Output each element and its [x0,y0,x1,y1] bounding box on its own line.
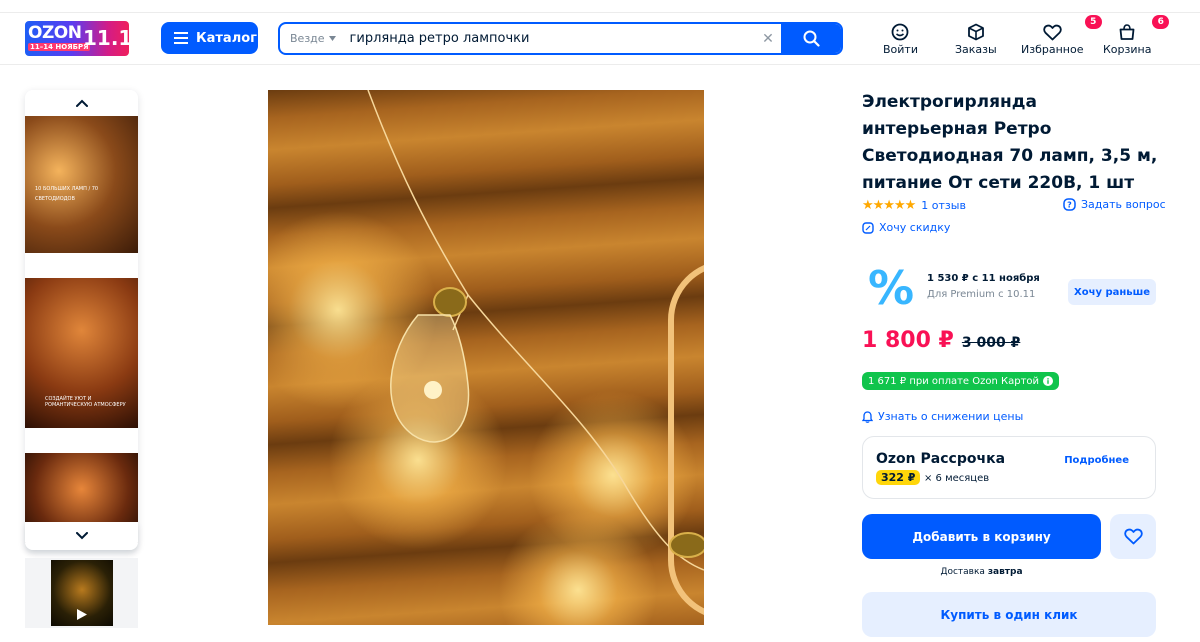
search-bar: Везде гирлянда ретро лампочки ✕ [278,22,843,55]
nav-login[interactable]: Войти [883,21,918,56]
nav-orders[interactable]: Заказы [955,21,997,56]
search-button[interactable] [781,24,841,53]
add-to-favorites-button[interactable] [1110,514,1156,559]
premium-price: 1 530 ₽ с 11 ноября [927,273,1040,284]
delivery-label: Доставка [940,567,985,577]
search-scope-select[interactable]: Везде [290,32,336,45]
want-discount-label: Хочу скидку [879,221,951,234]
price-drop-link[interactable]: Узнать о снижении цены [862,410,1023,423]
search-input[interactable]: гирлянда ретро лампочки [350,31,755,46]
bag-icon [1119,24,1135,40]
ozon-card-price-label: 1 671 ₽ при оплате Ozon Картой [868,375,1040,387]
thumbnail-strip: 10 БОЛЬШИХ ЛАМП / 70 СВЕТОДИОДОВ СОЗДАЙТ… [25,90,138,550]
premium-promo: 1 530 ₽ с 11 ноября Для Premium с 10.11 [927,273,1040,300]
premium-note: Для Premium с 10.11 [927,289,1036,300]
catalog-button[interactable]: Каталог [161,22,258,54]
chevron-down-icon [328,36,336,41]
play-icon [76,609,87,620]
want-earlier-button[interactable]: Хочу раньше [1068,279,1156,305]
clear-icon[interactable]: ✕ [755,31,781,47]
search-icon [803,30,820,47]
current-price: 1 800 ₽ [862,328,954,353]
nav-orders-label: Заказы [955,43,997,56]
installment-name: Ozon Рассрочка [876,451,1006,467]
delivery-info: Доставка завтра [862,567,1101,577]
thumbnails-down-button[interactable] [25,522,138,550]
product-main-image[interactable] [268,90,704,625]
menu-icon [174,32,188,44]
video-thumbnail[interactable] [25,558,138,628]
percent-icon: % [867,261,915,315]
thumbnail-image[interactable]: СОЗДАЙТЕ УЮТ И РОМАНТИЧЕСКУЮ АТМОСФЕРУ [25,278,138,428]
old-price: 3 000 ₽ [961,335,1021,351]
chevron-up-icon [75,99,88,107]
ozon-card-price-badge[interactable]: 1 671 ₽ при оплате Ozon Картой [862,372,1060,390]
smile-icon [892,23,909,41]
buy-one-click-button[interactable]: Купить в один клик [862,592,1156,637]
box-icon [967,23,984,41]
nav-cart[interactable]: 6 Корзина [1103,15,1170,56]
ask-question-label: Задать вопрос [1081,198,1166,211]
heart-icon [1043,24,1062,40]
rating-row[interactable]: ★★★★★ 1 отзыв [862,198,966,213]
video-preview [50,560,113,626]
thumbnail-image[interactable]: 10 БОЛЬШИХ ЛАМП / 70 СВЕТОДИОДОВ [25,116,138,253]
bell-icon [862,410,873,423]
heart-icon [1123,528,1143,545]
logo-brand: OZON [28,23,82,43]
reviews-link[interactable]: 1 отзыв [921,199,966,212]
cart-count-badge: 6 [1152,15,1170,29]
garland-wire [367,90,704,571]
nav-login-label: Войти [883,43,918,56]
info-icon [1043,376,1054,386]
nav-favorites-label: Избранное [1021,43,1084,56]
chevron-down-icon [75,532,88,540]
want-discount-link[interactable]: Хочу скидку [862,221,950,234]
site-header: OZON 11–14 НОЯБРЯ 11.11 Каталог Везде ги… [0,13,1200,65]
nav-favorites[interactable]: 5 Избранное [1021,15,1102,56]
installment-card[interactable]: Ozon Рассрочка Подробнее 322 ₽ × 6 месяц… [862,436,1156,499]
logo-event: 11.11 [83,26,129,50]
logo-dates: 11–14 НОЯБРЯ [28,43,91,51]
star-rating-icon: ★★★★★ [862,198,916,213]
product-title: Электрогирлянда интерьерная Ретро Светод… [862,92,1158,193]
svg-text:?: ? [1067,201,1072,210]
nav-cart-label: Корзина [1103,43,1152,56]
installment-months: × 6 месяцев [924,473,990,484]
ask-question-link[interactable]: ? Задать вопрос [1063,198,1166,211]
price-drop-label: Узнать о снижении цены [878,410,1024,423]
thumbnails-up-button[interactable] [25,90,138,116]
delivery-day: завтра [987,567,1023,577]
price-block: 1 800 ₽ 3 000 ₽ [862,328,1020,353]
thumbnail-caption: СОЗДАЙТЕ УЮТ И РОМАНТИЧЕСКУЮ АТМОСФЕРУ [45,396,126,408]
thumbnail-caption: 10 БОЛЬШИХ ЛАМП / 70 СВЕТОДИОДОВ [35,186,99,202]
favorites-count-badge: 5 [1084,15,1102,29]
search-scope-label: Везде [290,32,325,45]
add-to-cart-button[interactable]: Добавить в корзину [862,514,1101,559]
ozon-logo[interactable]: OZON 11–14 НОЯБРЯ 11.11 [25,21,129,56]
installment-amount: 322 ₽ [876,470,921,485]
installment-more-link[interactable]: Подробнее [1064,455,1129,466]
discount-tag-icon [862,221,874,234]
question-bubble-icon: ? [1063,198,1076,211]
catalog-label: Каталог [196,30,257,46]
